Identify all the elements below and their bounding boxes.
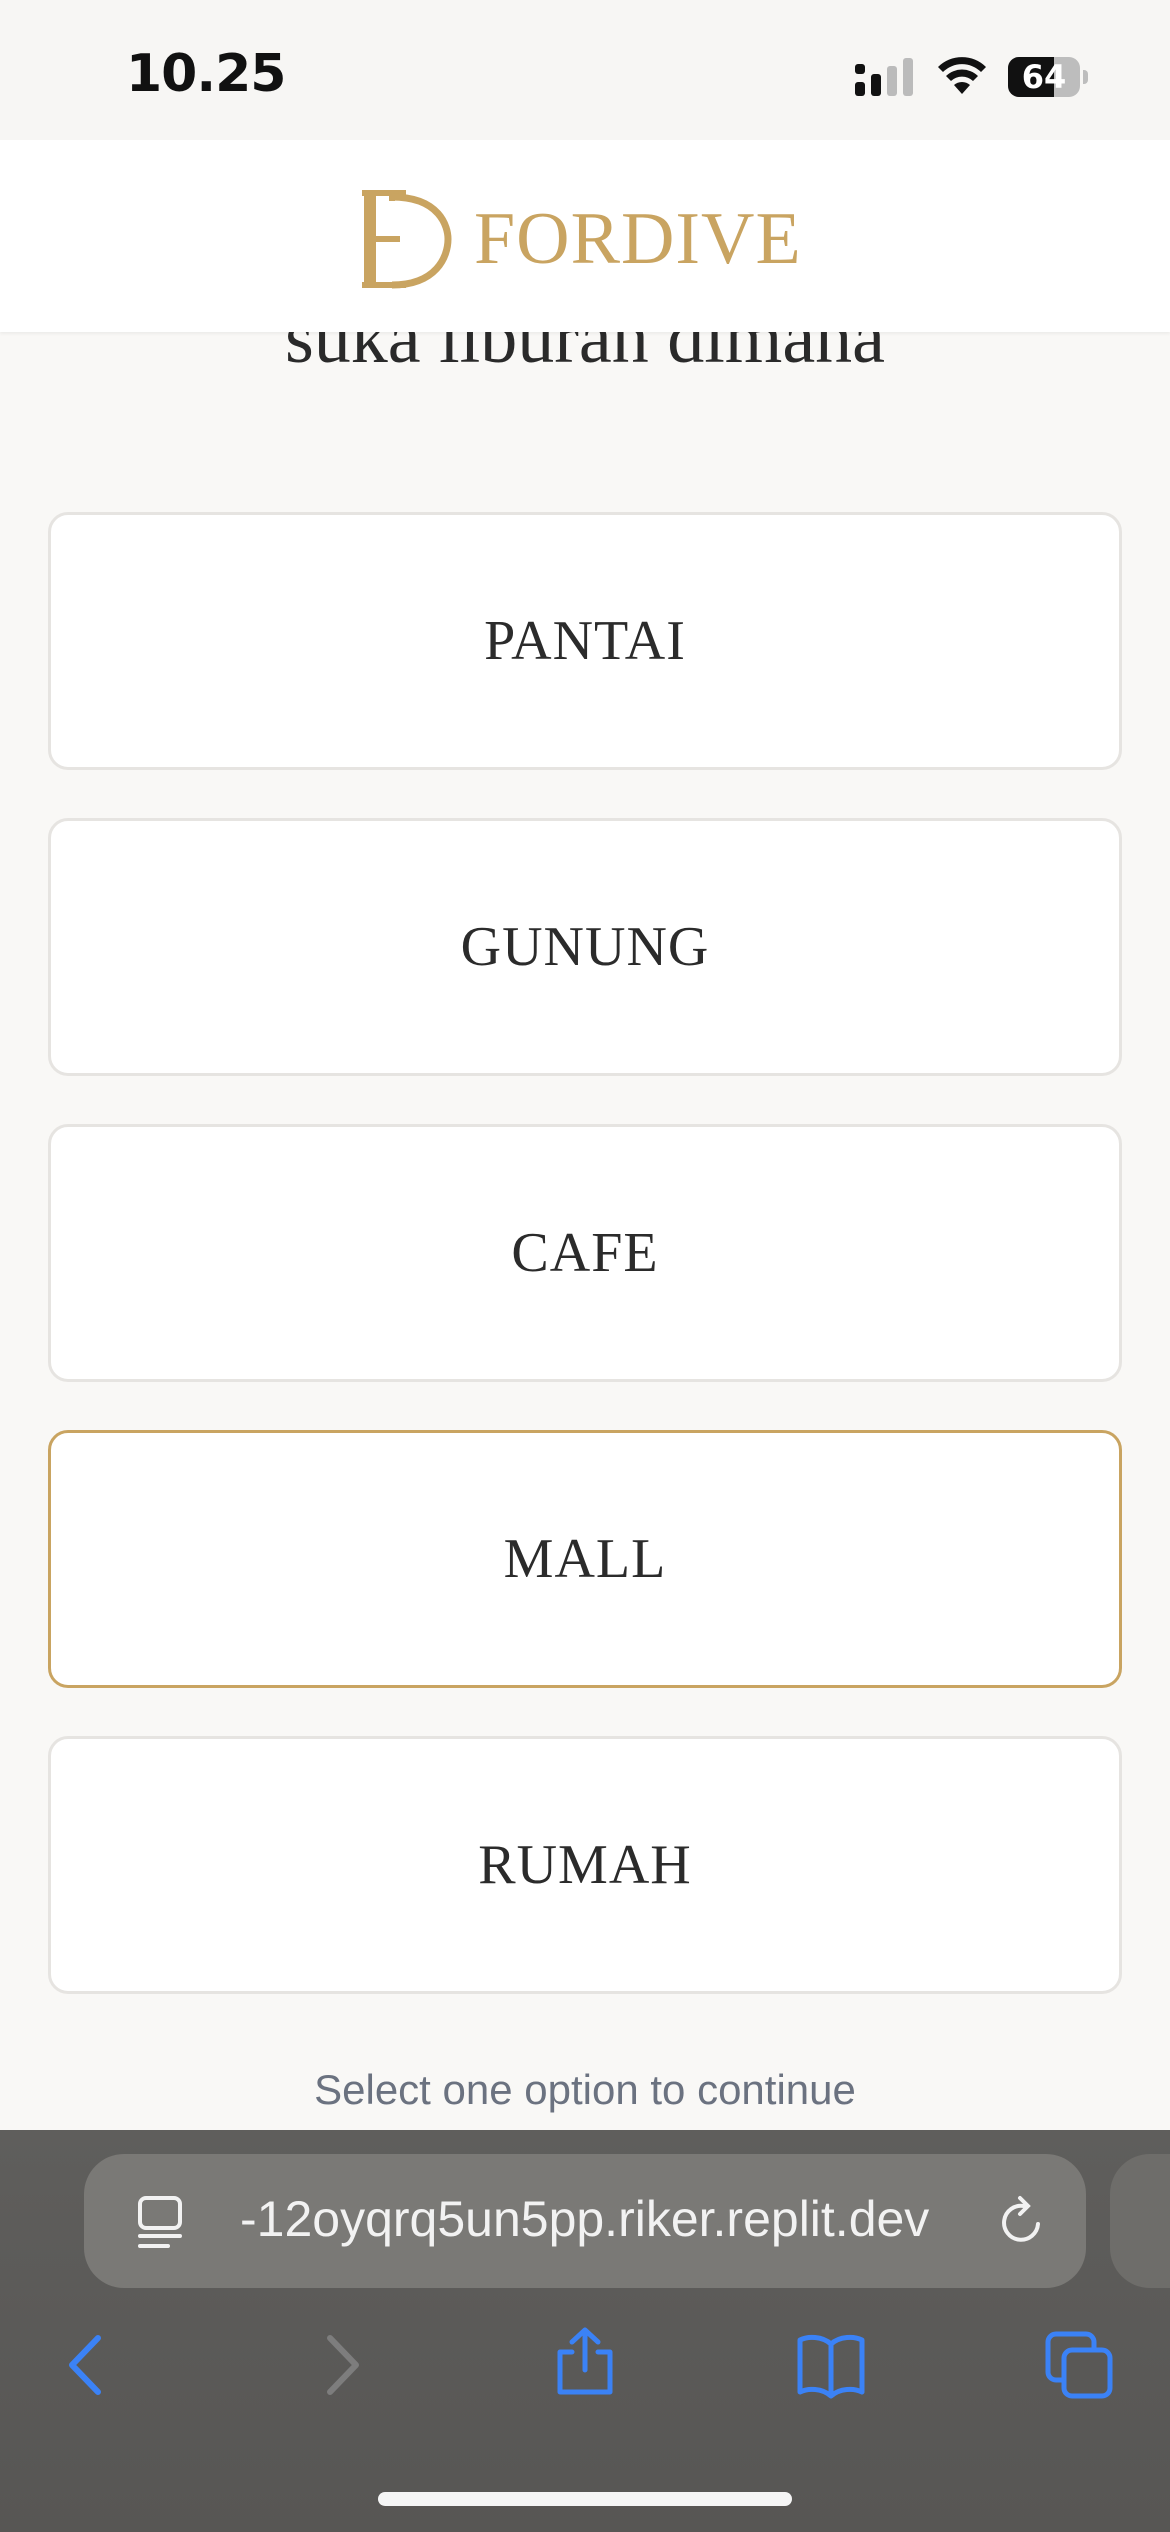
option-pantai[interactable]: PANTAI — [48, 512, 1122, 770]
fordive-logo[interactable]: FORDIVE — [348, 184, 802, 294]
fordive-monogram-icon — [362, 190, 452, 289]
address-bar[interactable]: -12oyqrq5un5pp.riker.replit.dev — [84, 2154, 1086, 2288]
option-list: PANTAI GUNUNG CAFE MALL RUMAH — [48, 512, 1122, 2042]
back-icon[interactable] — [52, 2330, 122, 2400]
home-indicator[interactable] — [378, 2492, 792, 2506]
reader-icon[interactable] — [134, 2194, 190, 2250]
battery-level: 64 — [1021, 58, 1067, 96]
option-label: MALL — [503, 1528, 667, 1590]
status-bar: 10.25 64 — [0, 0, 1170, 140]
browser-toolbar: -12oyqrq5un5pp.riker.replit.dev — [0, 2130, 1170, 2532]
forward-icon[interactable] — [306, 2330, 376, 2400]
reload-icon[interactable] — [994, 2194, 1050, 2250]
next-tab-pill[interactable] — [1110, 2154, 1170, 2288]
url-text[interactable]: -12oyqrq5un5pp.riker.replit.dev — [240, 2190, 929, 2248]
option-label: PANTAI — [484, 610, 686, 672]
cellular-signal-icon — [855, 58, 913, 96]
option-label: RUMAH — [478, 1834, 692, 1896]
option-label: GUNUNG — [460, 916, 710, 978]
option-rumah[interactable]: RUMAH — [48, 1736, 1122, 1994]
option-mall[interactable]: MALL — [48, 1430, 1122, 1688]
selection-hint: Select one option to continue — [314, 2066, 856, 2113]
option-label: CAFE — [511, 1222, 659, 1284]
logo-text: FORDIVE — [474, 197, 802, 280]
site-header: FORDIVE — [0, 140, 1170, 332]
battery-icon: 64 — [1008, 57, 1088, 97]
option-gunung[interactable]: GUNUNG — [48, 818, 1122, 1076]
wifi-icon — [938, 57, 986, 94]
option-cafe[interactable]: CAFE — [48, 1124, 1122, 1382]
share-icon[interactable] — [550, 2326, 620, 2396]
tabs-icon[interactable] — [1044, 2330, 1114, 2400]
status-time: 10.25 — [126, 44, 286, 104]
bookmarks-icon[interactable] — [796, 2330, 866, 2400]
